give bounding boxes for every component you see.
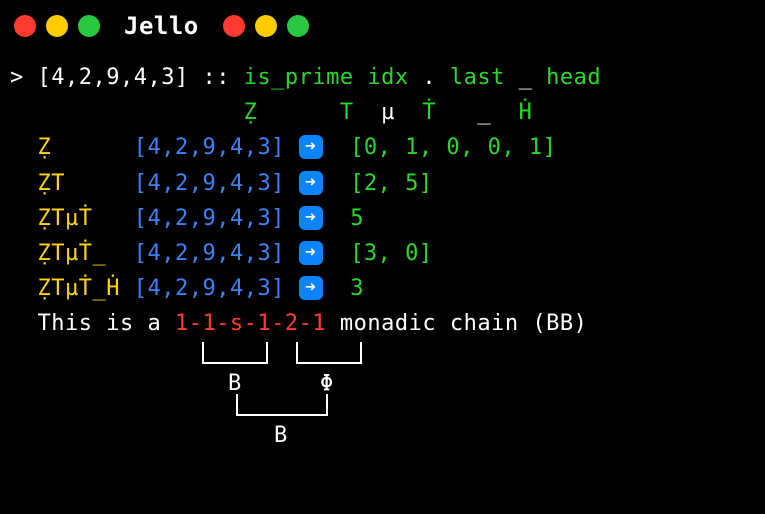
row-code: ẒT bbox=[38, 171, 66, 196]
row-output: 3 bbox=[350, 276, 364, 301]
arrow-icon: ➜ bbox=[299, 135, 323, 159]
indicator-red bbox=[223, 15, 245, 37]
hdr-mu: µ bbox=[381, 100, 395, 125]
bracket-diagram: B Φ B bbox=[202, 342, 755, 452]
row-input: [4,2,9,4,3] bbox=[134, 206, 285, 231]
bracket-phi bbox=[296, 342, 362, 364]
footer-line: This is a 1-1-s-1-2-1 monadic chain (BB) bbox=[10, 306, 755, 341]
indicator-green bbox=[287, 15, 309, 37]
hdr-us: _ bbox=[477, 100, 491, 125]
row-input: [4,2,9,4,3] bbox=[134, 276, 285, 301]
row-code: ẒTµṪ_Ḣ bbox=[38, 276, 120, 301]
bracket-b2 bbox=[236, 394, 328, 416]
prompt-dot: . bbox=[409, 65, 450, 90]
fn-isprime: is_prime bbox=[244, 65, 354, 90]
row-4: ẒTµṪ_Ḣ [4,2,9,4,3] ➜ 3 bbox=[10, 271, 755, 306]
fn-idx: idx bbox=[367, 65, 408, 90]
prompt-line: > [4,2,9,4,3] :: is_prime idx . last _ h… bbox=[10, 60, 755, 95]
row-3: ẒTµṪ_ [4,2,9,4,3] ➜ [3, 0] bbox=[10, 236, 755, 271]
row-input: [4,2,9,4,3] bbox=[134, 135, 285, 160]
footer-suffix: monadic chain (BB) bbox=[326, 311, 587, 336]
arrow-icon: ➜ bbox=[299, 276, 323, 300]
row-code: Ẓ bbox=[38, 135, 52, 160]
header-line: Ẓ T µ Ṫ _ Ḣ bbox=[10, 95, 755, 130]
fn-head: head bbox=[546, 65, 601, 90]
fn-last: last bbox=[450, 65, 505, 90]
window-title: Jello bbox=[124, 12, 199, 40]
arrow-icon: ➜ bbox=[299, 171, 323, 195]
row-output: 5 bbox=[350, 206, 364, 231]
prompt-input: [4,2,9,4,3] bbox=[38, 65, 189, 90]
row-output: [0, 1, 0, 0, 1] bbox=[350, 135, 556, 160]
row-input: [4,2,9,4,3] bbox=[134, 171, 285, 196]
zoom-dot[interactable] bbox=[78, 15, 100, 37]
close-dot[interactable] bbox=[14, 15, 36, 37]
row-output: [3, 0] bbox=[350, 241, 432, 266]
hdr-hdot: Ḣ bbox=[519, 100, 533, 125]
bracket-b1 bbox=[202, 342, 268, 364]
prompt-marker: > bbox=[10, 65, 38, 90]
row-2: ẒTµṪ [4,2,9,4,3] ➜ 5 bbox=[10, 201, 755, 236]
row-input: [4,2,9,4,3] bbox=[134, 241, 285, 266]
arrow-icon: ➜ bbox=[299, 241, 323, 265]
row-code: ẒTµṪ bbox=[38, 206, 93, 231]
arrow-icon: ➜ bbox=[299, 206, 323, 230]
footer-pattern: 1-1-s-1-2-1 bbox=[175, 311, 326, 336]
row-output: [2, 5] bbox=[350, 171, 432, 196]
row-code: ẒTµṪ_ bbox=[38, 241, 107, 266]
indicator-yellow bbox=[255, 15, 277, 37]
row-0: Ẓ [4,2,9,4,3] ➜ [0, 1, 0, 0, 1] bbox=[10, 130, 755, 165]
titlebar: Jello bbox=[0, 0, 765, 46]
hdr-tdot: Ṫ bbox=[422, 100, 436, 125]
hdr-z: Ẓ bbox=[244, 100, 258, 125]
prompt-sep: :: bbox=[189, 65, 244, 90]
minimize-dot[interactable] bbox=[46, 15, 68, 37]
terminal-content: > [4,2,9,4,3] :: is_prime idx . last _ h… bbox=[0, 46, 765, 452]
footer-prefix: This is a bbox=[10, 311, 175, 336]
hdr-t: T bbox=[340, 100, 354, 125]
prompt-us: _ bbox=[505, 65, 546, 90]
row-1: ẒT [4,2,9,4,3] ➜ [2, 5] bbox=[10, 166, 755, 201]
label-b2: B bbox=[274, 418, 288, 453]
